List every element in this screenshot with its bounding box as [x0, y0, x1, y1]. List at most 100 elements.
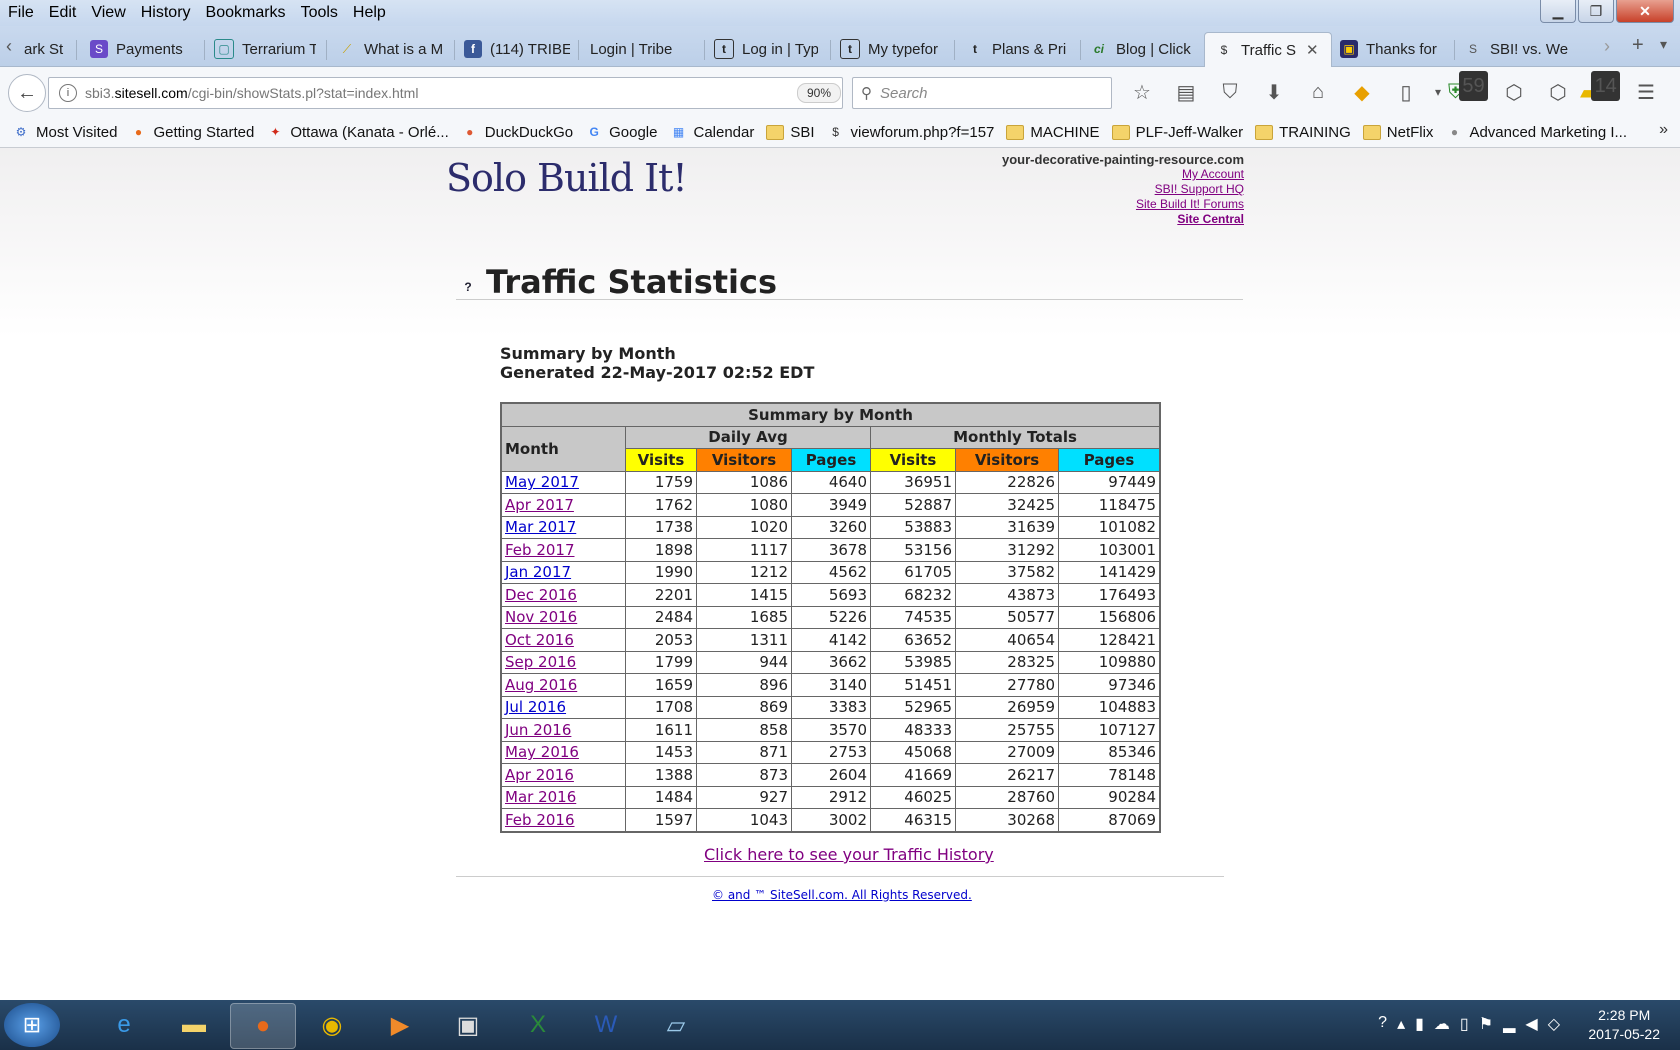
new-tab-icon[interactable]: + — [1632, 34, 1644, 57]
back-button[interactable]: ← — [8, 74, 46, 112]
tab-8[interactable]: t My typefor — [840, 32, 944, 66]
taskbar-explorer-button[interactable]: ▬ — [162, 1003, 226, 1047]
month-link[interactable]: May 2016 — [505, 743, 579, 761]
bookmark-folder-machine[interactable]: MACHINE — [1006, 124, 1100, 141]
pocket-icon[interactable]: ⛉ — [1208, 77, 1252, 107]
menu-bookmarks[interactable]: Bookmarks — [206, 4, 286, 22]
show-hidden-icons-chevron-icon[interactable]: ▴ — [1397, 1014, 1405, 1034]
dropdown-chevron-down-icon[interactable]: ▾ — [1428, 77, 1448, 107]
bookmark-ottawa[interactable]: ✦ Ottawa (Kanata - Orlé... — [266, 123, 448, 141]
tab-7[interactable]: t Log in | Typ — [714, 32, 818, 66]
zoom-level-badge[interactable]: 90% — [797, 83, 841, 103]
tab-1[interactable]: ark St — [24, 32, 68, 66]
bookmark-viewforum[interactable]: $ viewforum.php?f=157 — [827, 123, 994, 141]
taskbar-word-button[interactable]: W — [574, 1003, 638, 1047]
shield-extension-icon[interactable]: ⛨ 59 — [1448, 71, 1492, 107]
downloads-icon[interactable]: ⬇ — [1252, 77, 1296, 107]
month-link[interactable]: May 2017 — [505, 473, 579, 491]
tab-6[interactable]: Login | Tribe — [590, 32, 700, 66]
menu-tools[interactable]: Tools — [301, 4, 338, 22]
clipboard-tray-icon[interactable]: ▯ — [1460, 1014, 1469, 1034]
bookmark-getting-started[interactable]: ● Getting Started — [129, 123, 255, 141]
bookmark-most-visited[interactable]: ⚙ Most Visited — [12, 123, 118, 141]
close-window-button[interactable]: ✕ — [1616, 0, 1674, 23]
month-link[interactable]: Jul 2016 — [505, 698, 566, 716]
taskbar-chrome-button[interactable]: ◉ — [300, 1003, 364, 1047]
bookmark-folder-plf[interactable]: PLF-Jeff-Walker — [1111, 124, 1243, 141]
taskbar-firefox-button[interactable]: ● — [230, 1003, 296, 1049]
bookmark-folder-sbi[interactable]: SBI — [766, 124, 815, 141]
close-tab-icon[interactable]: ✕ — [1306, 41, 1319, 59]
bookmark-google[interactable]: G Google — [585, 123, 657, 141]
help-icon[interactable]: ? — [1378, 1014, 1387, 1034]
taskbar-ie-button[interactable]: e — [92, 1003, 156, 1047]
home-icon[interactable]: ⌂ — [1296, 77, 1340, 107]
copyright-link[interactable]: © and ™ SiteSell.com. All Rights Reserve… — [712, 888, 972, 902]
hexagon-extension-icon[interactable]: ⬡ — [1492, 77, 1536, 107]
month-link[interactable]: Oct 2016 — [505, 631, 574, 649]
support-hq-link[interactable]: SBI! Support HQ — [1002, 182, 1244, 197]
network-signal-icon[interactable]: ▂ — [1503, 1014, 1515, 1034]
tab-10[interactable]: ci Blog | Click — [1090, 32, 1194, 66]
tab-12[interactable]: ▣ Thanks for — [1340, 32, 1446, 66]
month-link[interactable]: Mar 2016 — [505, 788, 576, 806]
site-central-link[interactable]: Site Central — [1002, 212, 1244, 227]
traffic-history-link[interactable]: Click here to see your Traffic History — [704, 845, 994, 864]
bookmark-calendar[interactable]: ▦ Calendar — [669, 123, 755, 141]
tab-4[interactable]: ⟋ What is a M — [338, 32, 442, 66]
tab-list-chevron-down-icon[interactable]: ▾ — [1660, 36, 1667, 53]
month-link[interactable]: Aug 2016 — [505, 676, 577, 694]
bookmark-folder-netflix[interactable]: NetFlix — [1362, 124, 1433, 141]
cloud-icon[interactable]: ☁ — [1434, 1014, 1450, 1034]
tab-2[interactable]: S Payments — [90, 32, 200, 66]
start-button[interactable]: ⊞ — [4, 1003, 60, 1047]
month-link[interactable]: Dec 2016 — [505, 586, 577, 604]
taskbar-notepad-button[interactable]: ▱ — [644, 1003, 708, 1047]
tab-scroll-right-icon[interactable]: › — [1604, 36, 1610, 57]
dropbox-icon[interactable]: ◇ — [1548, 1014, 1560, 1034]
month-link[interactable]: Mar 2017 — [505, 518, 576, 536]
site-info-icon[interactable]: i — [59, 84, 77, 102]
folder-extension-icon[interactable]: ▰ 14 — [1580, 71, 1624, 107]
action-center-flag-icon[interactable]: ⚑ — [1479, 1014, 1493, 1034]
bookmark-advanced-marketing[interactable]: ● Advanced Marketing I... — [1445, 123, 1627, 141]
volume-icon[interactable]: ◀ — [1525, 1014, 1537, 1034]
hexagon-extension-2-icon[interactable]: ⬡ — [1536, 77, 1580, 107]
menu-view[interactable]: View — [91, 4, 125, 22]
tab-scroll-left-icon[interactable]: ‹ — [6, 36, 12, 57]
tab-traffic-stats-active[interactable]: $ Traffic S ✕ — [1204, 32, 1332, 67]
bookmark-folder-training[interactable]: TRAINING — [1255, 124, 1351, 141]
taskbar-app-button[interactable]: ▣ — [436, 1003, 500, 1047]
month-link[interactable]: Jun 2016 — [505, 721, 571, 739]
reader-view-icon[interactable]: ▤ — [1164, 77, 1208, 107]
hamburger-menu-icon[interactable]: ☰ — [1624, 77, 1668, 107]
month-link[interactable]: Feb 2017 — [505, 541, 575, 559]
bookmark-star-icon[interactable]: ☆ — [1120, 77, 1164, 107]
clipboard-icon[interactable]: ▯ — [1384, 77, 1428, 107]
taskbar-excel-button[interactable]: X — [506, 1003, 570, 1047]
month-link[interactable]: Jan 2017 — [505, 563, 571, 581]
month-link[interactable]: Sep 2016 — [505, 653, 576, 671]
solo-build-it-logo[interactable]: Solo Build It! — [446, 156, 688, 200]
month-link[interactable]: Apr 2016 — [505, 766, 574, 784]
menu-history[interactable]: History — [141, 4, 191, 22]
month-link[interactable]: Apr 2017 — [505, 496, 574, 514]
menu-edit[interactable]: Edit — [49, 4, 77, 22]
minimize-button[interactable]: ▁ — [1540, 0, 1576, 23]
colorful-extension-icon[interactable]: ◆ — [1340, 77, 1384, 107]
tab-3[interactable]: ▢ Terrarium T — [214, 32, 316, 66]
tab-9[interactable]: t Plans & Pri — [966, 32, 1070, 66]
tray-app-icon[interactable]: ▮ — [1415, 1014, 1424, 1034]
maximize-button[interactable]: ❐ — [1578, 0, 1614, 23]
month-link[interactable]: Feb 2016 — [505, 811, 575, 829]
taskbar-media-button[interactable]: ▶ — [368, 1003, 432, 1047]
tab-13[interactable]: S SBI! vs. We — [1464, 32, 1574, 66]
tab-5[interactable]: f (114) TRIBE — [464, 32, 570, 66]
more-bookmarks-chevron-icon[interactable]: » — [1659, 121, 1668, 139]
help-question-icon[interactable]: ? — [460, 279, 476, 295]
menu-file[interactable]: File — [8, 4, 34, 22]
search-input[interactable]: ⚲ Search — [852, 77, 1112, 109]
my-account-link[interactable]: My Account — [1002, 167, 1244, 182]
forums-link[interactable]: Site Build It! Forums — [1002, 197, 1244, 212]
bookmark-duckduckgo[interactable]: ● DuckDuckGo — [461, 123, 573, 141]
